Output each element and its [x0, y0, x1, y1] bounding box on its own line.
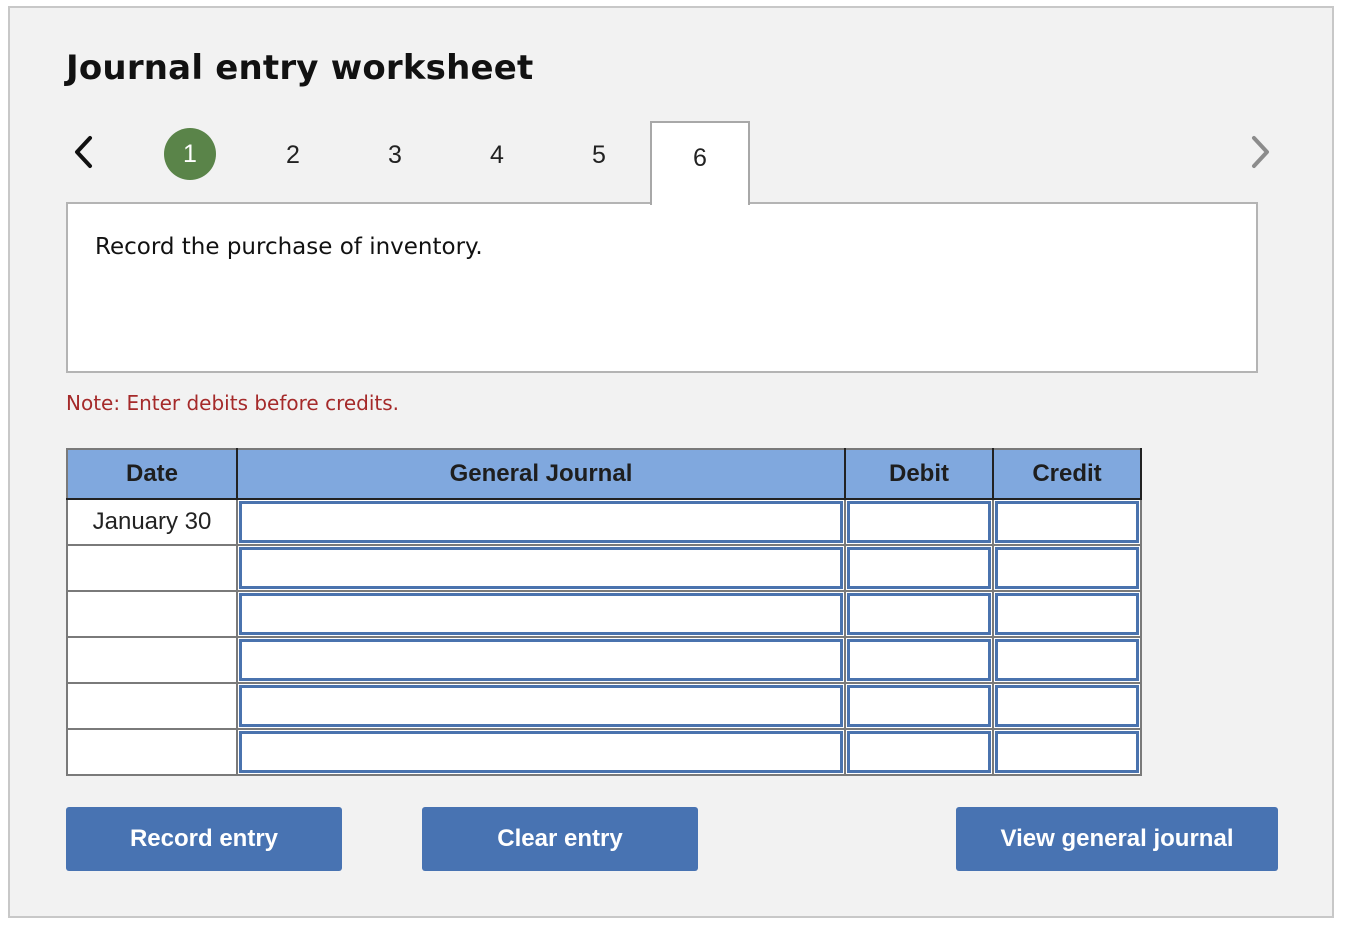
date-cell: January 30: [66, 498, 238, 546]
account-input[interactable]: [239, 501, 843, 543]
account-input-cell: [236, 544, 846, 592]
debit-input[interactable]: [847, 547, 991, 589]
account-input-cell: [236, 728, 846, 776]
page-title: Journal entry worksheet: [66, 48, 534, 88]
debit-input[interactable]: [847, 501, 991, 543]
step-1[interactable]: 1: [164, 128, 216, 180]
account-input[interactable]: [239, 685, 843, 727]
debit-input[interactable]: [847, 731, 991, 773]
clear-entry-button[interactable]: Clear entry: [422, 807, 698, 871]
table-row: January 30: [66, 498, 1142, 546]
debit-input-cell: [844, 498, 994, 546]
table-header-row: Date General Journal Debit Credit: [67, 449, 1142, 500]
date-cell: [66, 728, 238, 776]
debit-input-cell: [844, 544, 994, 592]
credit-input-cell: [992, 728, 1142, 776]
credit-input-cell: [992, 682, 1142, 730]
table-row: [66, 728, 1142, 776]
step-3[interactable]: 3: [368, 128, 422, 182]
account-input-cell: [236, 682, 846, 730]
credit-input-cell: [992, 636, 1142, 684]
debit-input-cell: [844, 682, 994, 730]
instruction-box: Record the purchase of inventory.: [66, 202, 1258, 373]
date-cell: [66, 544, 238, 592]
header-credit: Credit: [992, 449, 1142, 500]
date-cell: [66, 590, 238, 638]
table-row: [66, 682, 1142, 730]
step-4[interactable]: 4: [470, 128, 524, 182]
table-row: [66, 544, 1142, 592]
credit-input[interactable]: [995, 547, 1139, 589]
journal-table: Date General Journal Debit Credit Januar…: [66, 448, 1142, 776]
account-input-cell: [236, 590, 846, 638]
account-input[interactable]: [239, 639, 843, 681]
credit-input-cell: [992, 498, 1142, 546]
credit-input[interactable]: [995, 685, 1139, 727]
debit-input[interactable]: [847, 685, 991, 727]
credit-input[interactable]: [995, 593, 1139, 635]
chevron-left-icon: [75, 136, 92, 168]
debit-input[interactable]: [847, 593, 991, 635]
account-input[interactable]: [239, 593, 843, 635]
table-row: [66, 636, 1142, 684]
credit-input[interactable]: [995, 731, 1139, 773]
debit-input-cell: [844, 636, 994, 684]
step-5[interactable]: 5: [572, 128, 626, 182]
header-debit: Debit: [844, 449, 994, 500]
debit-input[interactable]: [847, 639, 991, 681]
chevron-right-icon: [1252, 136, 1269, 168]
date-cell: [66, 636, 238, 684]
note-text: Note: Enter debits before credits.: [66, 391, 400, 415]
record-entry-button[interactable]: Record entry: [66, 807, 342, 871]
view-general-journal-button[interactable]: View general journal: [956, 807, 1278, 871]
debit-input-cell: [844, 590, 994, 638]
table-row: [66, 590, 1142, 638]
header-general-journal: General Journal: [236, 449, 846, 500]
step-2[interactable]: 2: [266, 128, 320, 182]
account-input-cell: [236, 636, 846, 684]
date-cell: [66, 682, 238, 730]
debit-input-cell: [844, 728, 994, 776]
credit-input-cell: [992, 544, 1142, 592]
credit-input-cell: [992, 590, 1142, 638]
prev-step-button[interactable]: [68, 132, 98, 172]
account-input[interactable]: [239, 731, 843, 773]
next-step-button[interactable]: [1246, 132, 1276, 172]
credit-input[interactable]: [995, 639, 1139, 681]
account-input[interactable]: [239, 547, 843, 589]
account-input-cell: [236, 498, 846, 546]
step-6-active-tab[interactable]: 6: [650, 121, 750, 205]
instruction-text: Record the purchase of inventory.: [95, 234, 483, 260]
header-date: Date: [67, 449, 238, 500]
credit-input[interactable]: [995, 501, 1139, 543]
